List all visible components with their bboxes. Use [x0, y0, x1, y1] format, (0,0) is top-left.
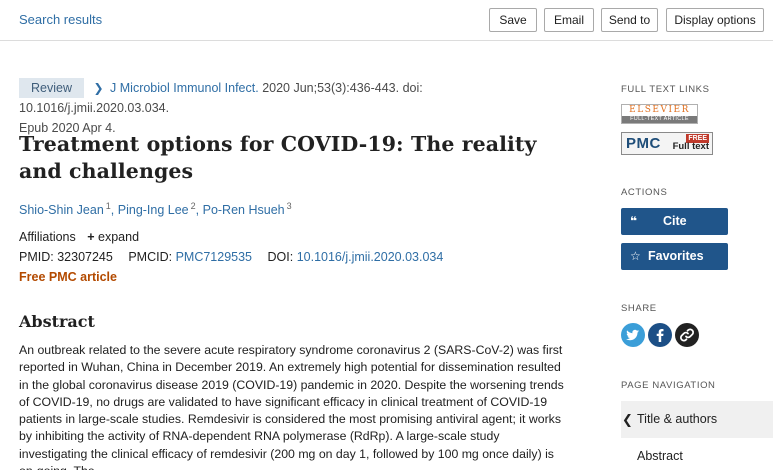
display-options-button[interactable]: Display options: [666, 8, 764, 32]
link-icon[interactable]: [675, 323, 699, 347]
affiliation-number[interactable]: 3: [287, 201, 292, 211]
actions-label: ACTIONS: [621, 187, 668, 198]
email-button[interactable]: Email: [544, 8, 594, 32]
affiliation-number[interactable]: 2: [191, 201, 196, 211]
chevron-right-icon: ❯: [93, 81, 104, 95]
elsevier-logo-text: ELSEVIER: [629, 105, 690, 115]
pmid-value: 32307245: [57, 250, 113, 264]
pmc-full-text-label: Full text: [672, 141, 709, 152]
cite-button[interactable]: ❝ Cite: [621, 208, 728, 235]
abstract-heading: Abstract: [19, 312, 95, 331]
author-link[interactable]: Ping-Ing Lee: [118, 203, 189, 217]
expand-label: expand: [98, 230, 140, 244]
author-list: Shio-Shin Jean 1, Ping-Ing Lee 2, Po-Ren H…: [19, 201, 292, 218]
doi-label: DOI:: [267, 250, 294, 264]
author-link[interactable]: Po-Ren Hsueh: [203, 203, 285, 217]
page-navigation-label: PAGE NAVIGATION: [621, 380, 716, 391]
nav-item-label: Title & authors: [637, 412, 718, 426]
nav-item-abstract[interactable]: Abstract: [621, 438, 773, 470]
top-bar: Search results Save Email Send to Displa…: [0, 0, 773, 41]
pmc-full-text-link[interactable]: PMC FREE Full text: [621, 132, 713, 155]
pmcid-link[interactable]: PMC7129535: [176, 250, 252, 264]
pmcid-label: PMCID:: [128, 250, 173, 264]
citation-meta: Review ❯ J Microbiol Immunol Infect. 202…: [19, 78, 559, 138]
affiliation-number[interactable]: 1: [106, 201, 111, 211]
facebook-icon[interactable]: [648, 323, 672, 347]
search-results-link[interactable]: Search results: [19, 12, 102, 27]
favorites-button[interactable]: ☆ Favorites: [621, 243, 728, 270]
twitter-icon[interactable]: [621, 323, 645, 347]
nav-item-label: Abstract: [637, 449, 683, 463]
chevron-left-icon: ❮: [622, 412, 633, 427]
full-text-links-label: FULL TEXT LINKS: [621, 84, 710, 95]
favorites-label: Favorites: [648, 249, 704, 263]
identifiers: PMID: 32307245 PMCID: PMC7129535 DOI: 10…: [19, 250, 443, 264]
send-to-button[interactable]: Send to: [601, 8, 658, 32]
free-pmc-article-link[interactable]: Free PMC article: [19, 270, 117, 284]
nav-item-title-authors[interactable]: ❮ Title & authors: [621, 401, 773, 438]
cite-label: Cite: [663, 214, 687, 228]
share-label: SHARE: [621, 303, 657, 314]
affiliations-label: Affiliations: [19, 230, 76, 244]
author-link[interactable]: Shio-Shin Jean: [19, 203, 104, 217]
quote-icon: ❝: [630, 214, 638, 228]
elsevier-full-text-link[interactable]: ELSEVIER FULL-TEXT ARTICLE: [621, 104, 698, 124]
journal-link[interactable]: J Microbiol Immunol Infect.: [110, 81, 259, 95]
affiliations-toggle[interactable]: Affiliations + expand: [19, 230, 139, 244]
save-button[interactable]: Save: [489, 8, 537, 32]
elsevier-subtext: FULL-TEXT ARTICLE: [622, 116, 697, 123]
article-title: Treatment options for COVID-19: The real…: [19, 132, 537, 183]
abstract-text: An outbreak related to the severe acute …: [19, 343, 564, 470]
pmid-label: PMID:: [19, 250, 54, 264]
doi-link[interactable]: 10.1016/j.jmii.2020.03.034: [297, 250, 444, 264]
star-icon: ☆: [630, 249, 641, 263]
review-badge: Review: [19, 78, 84, 98]
pmc-logo-text: PMC: [626, 135, 661, 152]
plus-icon: +: [87, 230, 95, 244]
